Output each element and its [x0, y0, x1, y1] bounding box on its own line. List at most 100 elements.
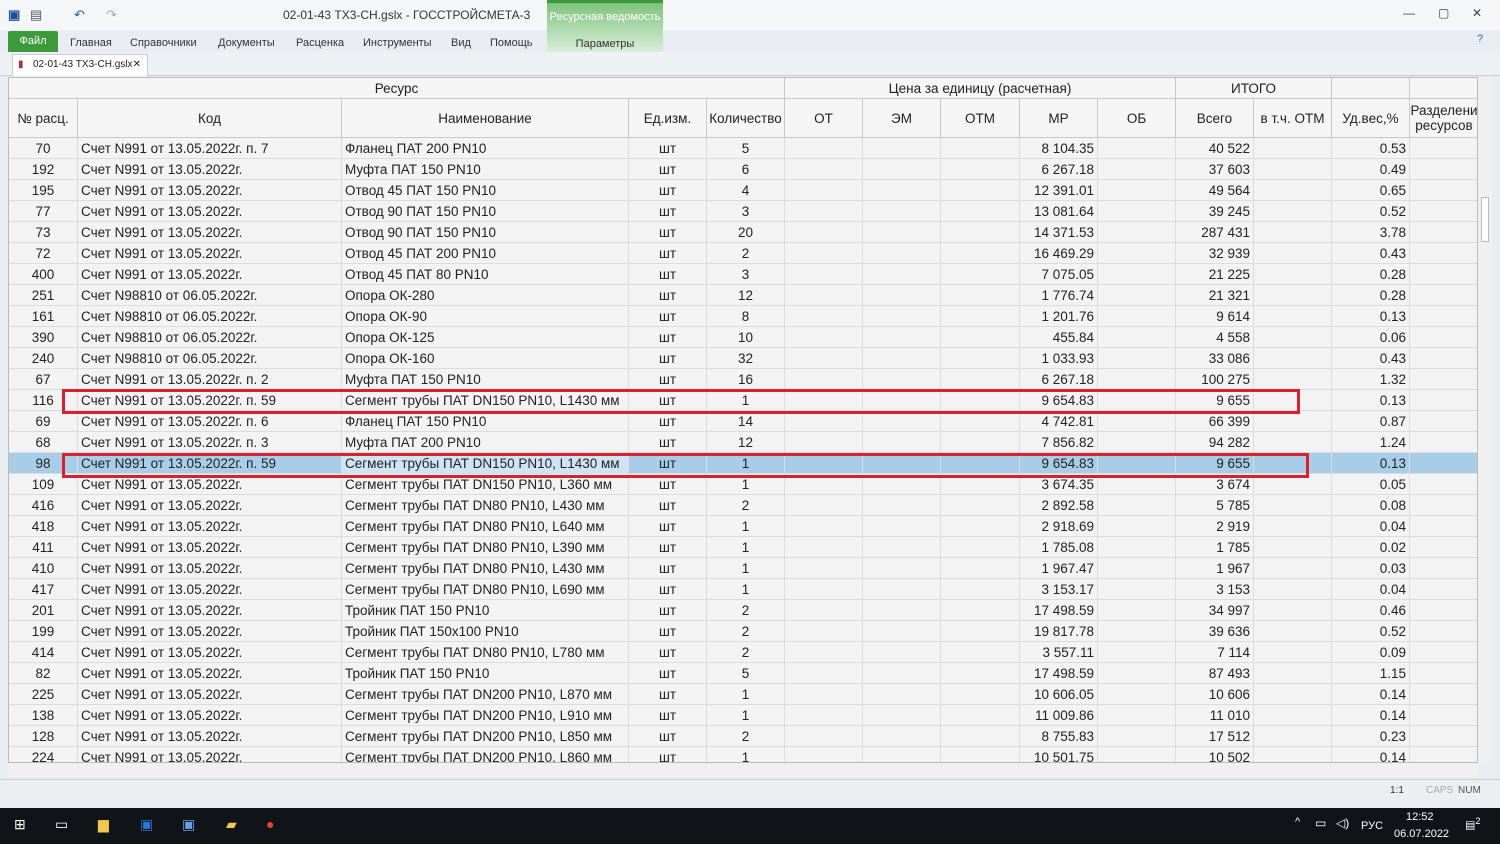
maximize-button[interactable]: ▢ [1438, 6, 1449, 20]
table-row[interactable]: 199 Счет N991 от 13.05.2022г. Тройник ПАТ … [9, 621, 1477, 642]
cell-split [1410, 474, 1477, 495]
cell-mr: 4 742.81 [1020, 411, 1098, 432]
table-row[interactable]: 390 Счет N98810 от 06.05.2022г. Опора ОК-1… [9, 327, 1477, 348]
cell-weight: 0.14 [1332, 747, 1410, 762]
zoom-level[interactable]: 1:1 [1390, 785, 1404, 796]
header-weight[interactable]: Уд.вес,% [1332, 99, 1410, 138]
menu-rate[interactable]: Расценка [296, 37, 344, 49]
help-icon[interactable]: ? [1477, 33, 1483, 45]
cell-name: Сегмент трубы ПАТ DN200 PN10, L910 мм [342, 705, 629, 726]
table-row[interactable]: 161 Счет N98810 от 06.05.2022г. Опора ОК-9… [9, 306, 1477, 327]
table-row[interactable]: 67 Счет N991 от 13.05.2022г. п. 2 Муфта ПА… [9, 369, 1477, 390]
table-row[interactable]: 251 Счет N98810 от 06.05.2022г. Опора ОК-2… [9, 285, 1477, 306]
header-total[interactable]: Всего [1176, 99, 1254, 138]
table-row[interactable]: 138 Счет N991 от 13.05.2022г. Сегмент труб… [9, 705, 1477, 726]
header-ob[interactable]: ОБ [1098, 99, 1176, 138]
table-row[interactable]: 414 Счет N991 от 13.05.2022г. Сегмент труб… [9, 642, 1477, 663]
table-row[interactable]: 128 Счет N991 от 13.05.2022г. Сегмент труб… [9, 726, 1477, 747]
clock-time[interactable]: 12:52 [1406, 811, 1434, 823]
table-row[interactable]: 68 Счет N991 от 13.05.2022г. п. 3 Муфта ПА… [9, 432, 1477, 453]
language-indicator[interactable]: РУС [1361, 820, 1383, 832]
header-mr[interactable]: МР [1020, 99, 1098, 138]
tab-parameters[interactable]: Параметры [547, 38, 663, 50]
cell-total-otm [1254, 747, 1332, 762]
notes-icon[interactable]: ▰ [226, 816, 237, 833]
table-row[interactable]: 73 Счет N991 от 13.05.2022г. Отвод 90 ПАТ … [9, 222, 1477, 243]
horizontal-scrollbar[interactable] [8, 763, 1478, 777]
cell-ob [1098, 264, 1176, 285]
cell-weight: 0.04 [1332, 516, 1410, 537]
notifications-icon[interactable]: ▤2 [1465, 816, 1481, 832]
table-row[interactable]: 82 Счет N991 от 13.05.2022г. Тройник ПАТ 1… [9, 663, 1477, 684]
chrome-icon[interactable]: ● [266, 816, 274, 832]
header-code[interactable]: Код [78, 99, 342, 138]
header-total-otm[interactable]: в т.ч. ОТМ [1254, 99, 1332, 138]
close-tab-icon[interactable]: ✕ [133, 55, 141, 75]
table-row[interactable]: 418 Счет N991 от 13.05.2022г. Сегмент труб… [9, 516, 1477, 537]
header-ot[interactable]: ОТ [785, 99, 863, 138]
network-icon[interactable]: ▭ [1315, 816, 1326, 830]
task-view-icon[interactable]: ▭ [55, 816, 68, 833]
header-split[interactable]: Разделени ресурсов [1410, 99, 1477, 138]
table-row[interactable]: 410 Счет N991 от 13.05.2022г. Сегмент труб… [9, 558, 1477, 579]
context-tab-resource-sheet[interactable]: Ресурсная ведомость Параметры [547, 0, 663, 52]
table-row[interactable]: 77 Счет N991 от 13.05.2022г. Отвод 90 ПАТ … [9, 201, 1477, 222]
table-row[interactable]: 411 Счет N991 от 13.05.2022г. Сегмент труб… [9, 537, 1477, 558]
table-row[interactable]: 69 Счет N991 от 13.05.2022г. п. 6 Фланец П… [9, 411, 1477, 432]
cell-split [1410, 264, 1477, 285]
cell-total: 100 275 [1176, 369, 1254, 390]
cell-weight: 1.15 [1332, 663, 1410, 684]
start-icon[interactable]: ⊞ [14, 816, 26, 833]
table-row[interactable]: 225 Счет N991 от 13.05.2022г. Сегмент труб… [9, 684, 1477, 705]
outlook-icon[interactable]: ▣ [140, 816, 153, 833]
tray-chevron-icon[interactable]: ^ [1295, 816, 1300, 828]
table-row[interactable]: 240 Счет N98810 от 06.05.2022г. Опора ОК-1… [9, 348, 1477, 369]
cell-name: Сегмент трубы ПАТ DN80 PN10, L780 мм [342, 642, 629, 663]
cell-code: Счет N991 от 13.05.2022г. п. 6 [78, 411, 342, 432]
table-row[interactable]: 201 Счет N991 от 13.05.2022г. Тройник ПАТ … [9, 600, 1477, 621]
volume-icon[interactable]: ◁) [1336, 816, 1349, 830]
cell-em [863, 138, 941, 159]
menu-file[interactable]: Файл [8, 31, 58, 52]
menu-home[interactable]: Главная [70, 37, 112, 49]
table-row[interactable]: 72 Счет N991 от 13.05.2022г. Отвод 45 ПАТ … [9, 243, 1477, 264]
table-row[interactable]: 224 Счет N991 от 13.05.2022г. Сегмент труб… [9, 747, 1477, 762]
explorer-icon[interactable]: ▆ [98, 816, 109, 833]
menu-view[interactable]: Вид [451, 37, 471, 49]
menu-help[interactable]: Помощь [490, 37, 533, 49]
table-row[interactable]: 416 Счет N991 от 13.05.2022г. Сегмент труб… [9, 495, 1477, 516]
header-num[interactable]: № расц. [9, 99, 78, 138]
header-em[interactable]: ЭМ [863, 99, 941, 138]
menu-tools[interactable]: Инструменты [363, 37, 432, 49]
header-unit[interactable]: Ед.изм. [629, 99, 707, 138]
table-row[interactable]: 195 Счет N991 от 13.05.2022г. Отвод 45 ПАТ… [9, 180, 1477, 201]
undo-icon[interactable]: ↶ [74, 7, 85, 23]
cell-split [1410, 138, 1477, 159]
cell-ob [1098, 642, 1176, 663]
header-qty[interactable]: Количество [707, 99, 785, 138]
redo-icon[interactable]: ↷ [106, 7, 117, 23]
document-tab-label: 02-01-43 ТХ3-СН.gslx [33, 59, 133, 70]
header-otm[interactable]: ОТМ [941, 99, 1020, 138]
cell-num: 224 [9, 747, 78, 762]
table-row[interactable]: 192 Счет N991 от 13.05.2022г. Муфта ПАТ 15… [9, 159, 1477, 180]
cell-name: Опора ОК-125 [342, 327, 629, 348]
clock-date[interactable]: 06.07.2022 [1394, 828, 1449, 840]
cell-unit: шт [629, 663, 707, 684]
cell-code: Счет N991 от 13.05.2022г. [78, 159, 342, 180]
menu-documents[interactable]: Документы [218, 37, 275, 49]
table-row[interactable]: 400 Счет N991 от 13.05.2022г. Отвод 45 ПАТ… [9, 264, 1477, 285]
table-row[interactable]: 70 Счет N991 от 13.05.2022г. п. 7 Фланец П… [9, 138, 1477, 159]
table-row[interactable]: 417 Счет N991 от 13.05.2022г. Сегмент труб… [9, 579, 1477, 600]
header-name[interactable]: Наименование [342, 99, 629, 138]
cell-mr: 1 201.76 [1020, 306, 1098, 327]
cell-code: Счет N98810 от 06.05.2022г. [78, 348, 342, 369]
save-icon[interactable]: ▤ [30, 7, 42, 23]
document-tab[interactable]: ▮ 02-01-43 ТХ3-СН.gslx ✕ [12, 54, 148, 76]
vertical-scrollbar[interactable] [1478, 77, 1492, 763]
document-tabs: ▮ 02-01-43 ТХ3-СН.gslx ✕ [0, 52, 1500, 76]
gosstroysmeta-icon[interactable]: ▣ [182, 816, 195, 833]
close-button[interactable]: ✕ [1472, 6, 1482, 20]
minimize-button[interactable]: — [1403, 6, 1415, 20]
menu-references[interactable]: Справочники [130, 37, 197, 49]
